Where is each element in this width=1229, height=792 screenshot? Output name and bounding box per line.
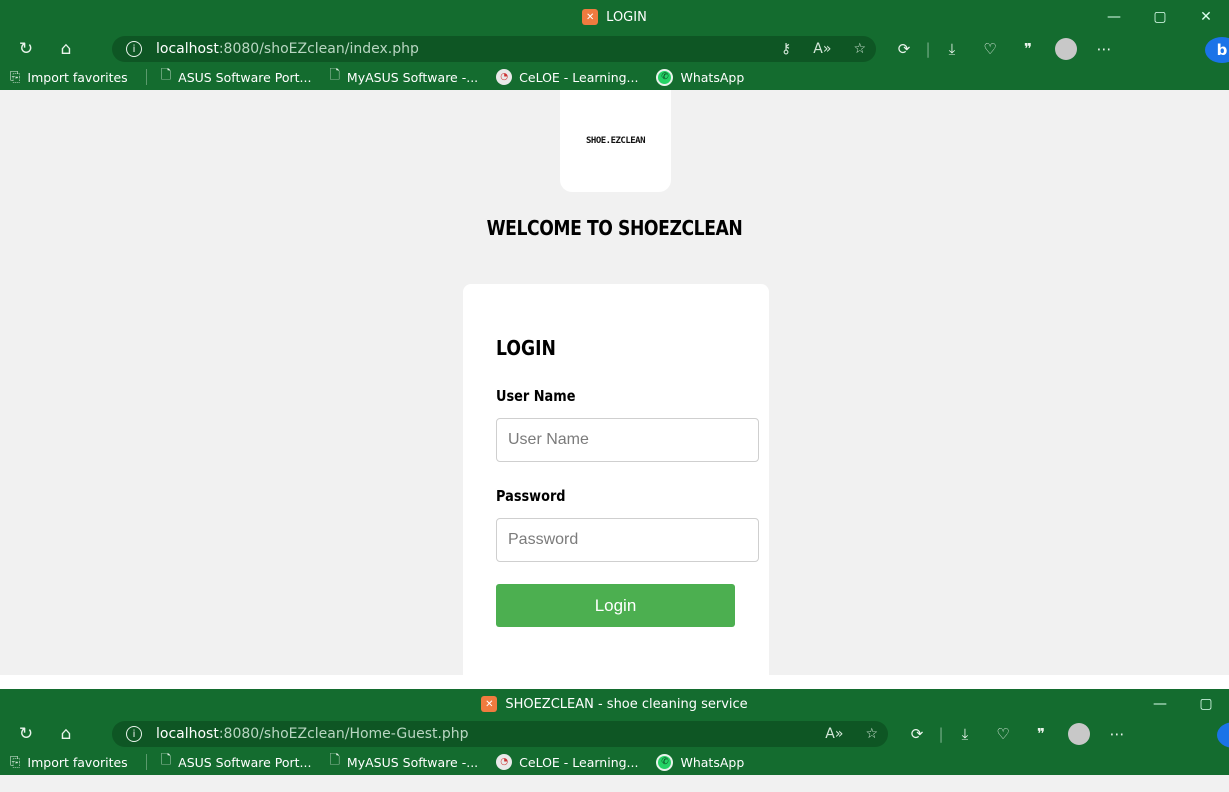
password-input[interactable] — [496, 518, 759, 562]
username-label: User Name — [496, 387, 576, 405]
whatsapp-icon: ✆ — [656, 753, 674, 771]
divider: | — [938, 725, 944, 743]
read-aloud-icon[interactable]: A» — [813, 41, 831, 57]
minimize-icon[interactable]: — — [1091, 0, 1137, 34]
window-title: LOGIN — [606, 9, 647, 25]
address-bar[interactable]: i localhost:8080/shoEZclean/index.php ⚷ … — [112, 36, 876, 62]
nav-toolbar: ↻ ⌂ i localhost:8080/shoEZclean/Home-Gue… — [0, 719, 1229, 749]
username-input[interactable] — [496, 418, 759, 462]
health-icon[interactable]: ♡ — [971, 40, 1009, 58]
celoe-icon: ◔ — [496, 754, 513, 770]
xampp-icon: ✕ — [582, 9, 599, 25]
celoe-icon: ◔ — [496, 69, 513, 85]
read-aloud-icon[interactable]: A» — [825, 726, 843, 742]
downloads-icon[interactable]: ⤓ — [933, 40, 971, 58]
more-icon[interactable]: ⋯ — [1085, 40, 1123, 58]
bookmark-whatsapp[interactable]: ✆ WhatsApp — [656, 68, 744, 86]
bookmark-asus-software-portal[interactable]: 🗋 ASUS Software Port... — [161, 751, 312, 773]
url-host: localhost — [156, 726, 219, 742]
url-host: localhost — [156, 41, 219, 57]
toolbar-actions: ⟳ | ⤓ ♡ ❞ ⋯ — [898, 719, 1136, 749]
refresh-icon[interactable]: ↻ — [10, 35, 42, 63]
maximize-icon[interactable]: ▢ — [1137, 0, 1183, 34]
bookmark-import-favorites[interactable]: ⎘ Import favorites — [10, 755, 128, 770]
maximize-icon[interactable]: ▢ — [1183, 689, 1229, 719]
bookmarks-bar: ⎘ Import favorites 🗋 ASUS Software Port...… — [0, 64, 1229, 90]
url-path: :8080/shoEZclean/Home-Guest.php — [218, 726, 469, 742]
health-icon[interactable]: ♡ — [984, 725, 1022, 743]
refresh-icon[interactable]: ↻ — [10, 720, 42, 748]
browser-window-login: ✕ LOGIN — ▢ ✕ ↻ ⌂ i localhost:8080/shoEZ… — [0, 0, 1229, 675]
bing-copilot-icon[interactable]: b — [1217, 722, 1229, 748]
bookmark-asus-software-portal[interactable]: 🗋 ASUS Software Port... — [161, 66, 312, 88]
page-content: SHOE.EZCLEAN WELCOME TO SHOEZCLEAN LOGIN… — [0, 90, 1229, 675]
close-icon[interactable]: ✕ — [1183, 0, 1229, 34]
bookmark-celoe-learning[interactable]: ◔ CeLOE - Learning... — [496, 69, 638, 85]
more-icon[interactable]: ⋯ — [1098, 725, 1136, 743]
login-button[interactable]: Login — [496, 584, 735, 627]
url-path: :8080/shoEZclean/index.php — [218, 41, 419, 57]
bookmarks-bar: ⎘ Import favorites 🗋 ASUS Software Port...… — [0, 749, 1229, 775]
password-key-icon[interactable]: ⚷ — [781, 41, 791, 57]
import-icon: ⎘ — [10, 754, 21, 770]
page-icon: 🗋 — [329, 68, 340, 83]
home-icon[interactable]: ⌂ — [50, 35, 82, 63]
import-icon: ⎘ — [10, 69, 21, 85]
bookmark-celoe-learning[interactable]: ◔ CeLOE - Learning... — [496, 754, 638, 770]
password-label: Password — [496, 487, 566, 505]
downloads-icon[interactable]: ⤓ — [946, 725, 984, 743]
form-title: LOGIN — [496, 336, 556, 360]
home-icon[interactable]: ⌂ — [50, 720, 82, 748]
bookmark-divider — [145, 69, 147, 85]
bookmark-import-favorites[interactable]: ⎘ Import favorites — [10, 70, 128, 85]
profile-avatar[interactable] — [1047, 38, 1085, 60]
quotes-icon[interactable]: ❞ — [1009, 40, 1047, 58]
minimize-icon[interactable]: — — [1137, 689, 1183, 719]
page-icon: 🗋 — [160, 68, 172, 83]
screenshot-separator — [0, 675, 1229, 689]
address-bar[interactable]: i localhost:8080/shoEZclean/Home-Guest.p… — [112, 721, 888, 747]
whatsapp-icon: ✆ — [656, 68, 674, 86]
quotes-icon[interactable]: ❞ — [1022, 725, 1060, 743]
brand-logo: SHOE.EZCLEAN — [585, 136, 646, 146]
profile-avatar[interactable] — [1060, 723, 1098, 745]
bing-copilot-icon[interactable]: b — [1205, 37, 1229, 63]
window-title: SHOEZCLEAN - shoe cleaning service — [505, 696, 748, 712]
window-controls: — ▢ — [1137, 689, 1229, 719]
bookmark-myasus-software[interactable]: 🗋 MyASUS Software -... — [329, 751, 478, 773]
title-bar: ✕ SHOEZCLEAN - shoe cleaning service — ▢ — [0, 689, 1229, 719]
title-bar: ✕ LOGIN — ▢ ✕ — [0, 0, 1229, 34]
xampp-icon: ✕ — [481, 696, 498, 712]
toolbar-actions: ⟳ | ⤓ ♡ ❞ ⋯ — [885, 34, 1123, 64]
page-icon: 🗋 — [329, 753, 340, 768]
favorite-star-icon[interactable]: ☆ — [853, 41, 866, 57]
extensions-icon[interactable]: ⟳ — [898, 725, 936, 743]
page-icon: 🗋 — [160, 753, 172, 768]
welcome-heading: WELCOME TO SHOEZCLEAN — [486, 216, 743, 240]
bookmark-divider — [145, 754, 147, 770]
info-icon[interactable]: i — [126, 726, 142, 742]
info-icon[interactable]: i — [126, 41, 142, 57]
bookmark-whatsapp[interactable]: ✆ WhatsApp — [656, 753, 744, 771]
favorite-star-icon[interactable]: ☆ — [865, 726, 878, 742]
logo-card: SHOE.EZCLEAN — [560, 90, 671, 192]
window-controls: — ▢ ✕ — [1091, 0, 1229, 34]
browser-window-home-guest: ✕ SHOEZCLEAN - shoe cleaning service — ▢… — [0, 689, 1229, 792]
login-form: LOGIN User Name Password Login — [463, 284, 769, 675]
nav-toolbar: ↻ ⌂ i localhost:8080/shoEZclean/index.ph… — [0, 34, 1229, 64]
bookmark-myasus-software[interactable]: 🗋 MyASUS Software -... — [329, 66, 478, 88]
extensions-icon[interactable]: ⟳ — [885, 40, 923, 58]
divider: | — [925, 40, 931, 58]
